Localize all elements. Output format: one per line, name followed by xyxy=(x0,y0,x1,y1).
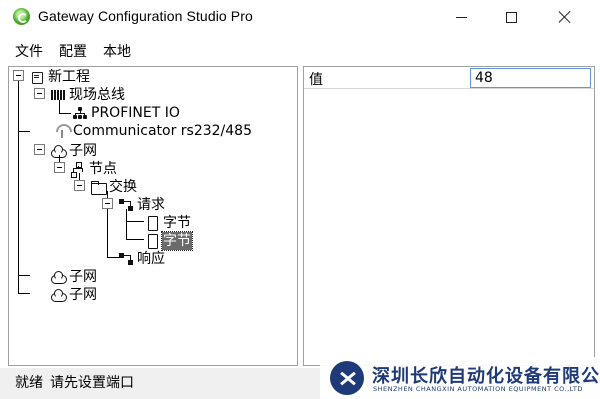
value-input[interactable] xyxy=(470,68,591,88)
tree-item-label: 交换 xyxy=(109,179,137,195)
menu-config[interactable]: 配置 xyxy=(59,41,87,61)
tree-item-byte[interactable]: 字节 xyxy=(144,214,192,232)
tree-item-project[interactable]: 新工程 xyxy=(29,68,91,86)
tree-item-label: 子网 xyxy=(69,143,97,159)
title-bar[interactable]: Gateway Configuration Studio Pro xyxy=(0,0,600,34)
cloud-icon xyxy=(50,287,67,303)
tree-line xyxy=(126,221,144,222)
tree-line xyxy=(59,113,71,114)
tree-item-label: 请求 xyxy=(137,197,165,213)
tree-item-communicator[interactable]: Communicator rs232/485 xyxy=(54,122,253,140)
fieldbus-icon xyxy=(50,87,66,103)
app-logo-icon xyxy=(13,8,30,25)
tree-item-subnet[interactable]: 子网 xyxy=(50,268,98,286)
menu-bar: 文件 配置 本地 xyxy=(0,38,600,62)
property-grid: 值 xyxy=(303,66,595,366)
collapse-subnet-toggle[interactable] xyxy=(34,144,45,155)
collapse-request-toggle[interactable] xyxy=(102,198,113,209)
tree-line xyxy=(126,239,144,240)
close-icon xyxy=(558,10,572,24)
cloud-icon xyxy=(50,143,67,159)
company-logo-icon xyxy=(330,361,364,395)
tree-line xyxy=(18,293,30,294)
tree-item-profinet[interactable]: PROFINET IO xyxy=(72,104,181,122)
tree-item-label: 子网 xyxy=(69,287,97,303)
collapse-exchange-toggle[interactable] xyxy=(74,180,85,191)
minimize-icon xyxy=(455,16,467,18)
project-tree[interactable]: 新工程 现场总线 PROFINET IO Communicator rs232/… xyxy=(8,66,298,366)
tree-item-label: 节点 xyxy=(89,161,117,177)
tree-line xyxy=(18,81,19,293)
company-watermark: 深圳长欣自动化设备有限公司 SHENZHEN CHANGXIN AUTOMATI… xyxy=(320,357,600,399)
tree-item-label: 字节 xyxy=(161,231,193,251)
property-row: 值 xyxy=(304,67,594,89)
status-message: 请先设置端口 xyxy=(50,375,134,391)
antenna-icon xyxy=(54,123,70,139)
status-ready: 就绪 xyxy=(15,375,43,391)
tree-item-label: Communicator rs232/485 xyxy=(73,123,252,139)
project-icon xyxy=(29,69,45,85)
window-title: Gateway Configuration Studio Pro xyxy=(38,8,253,24)
collapse-project-toggle[interactable] xyxy=(13,70,24,81)
tree-item-subnet[interactable]: 子网 xyxy=(50,286,98,304)
menu-file[interactable]: 文件 xyxy=(15,41,43,61)
folder-icon xyxy=(90,179,107,195)
tree-item-label: 现场总线 xyxy=(69,87,125,103)
tree-item-response[interactable]: 响应 xyxy=(118,250,166,268)
exchange-icon xyxy=(118,251,134,267)
node-hierarchy-icon xyxy=(70,161,86,178)
tree-item-exchange[interactable]: 交换 xyxy=(90,178,138,196)
tree-item-label: 新工程 xyxy=(48,69,90,85)
tree-item-byte-selected[interactable]: 字节 xyxy=(144,231,193,251)
tree-item-label: PROFINET IO xyxy=(91,105,180,121)
tree-item-node[interactable]: 节点 xyxy=(70,160,118,178)
cloud-icon xyxy=(50,269,67,285)
tree-item-request[interactable]: 请求 xyxy=(118,196,166,214)
close-button[interactable] xyxy=(542,0,588,34)
tree-item-subnet[interactable]: 子网 xyxy=(50,142,98,160)
byte-icon xyxy=(144,215,160,231)
tree-item-label: 子网 xyxy=(69,269,97,285)
tree-line xyxy=(107,249,108,258)
minimize-button[interactable] xyxy=(438,0,484,34)
company-name-en: SHENZHEN CHANGXIN AUTOMATION EQUIPMENT C… xyxy=(373,385,583,393)
menu-local[interactable]: 本地 xyxy=(103,41,131,61)
tree-line xyxy=(18,131,30,132)
maximize-icon xyxy=(505,11,517,23)
tree-item-fieldbus[interactable]: 现场总线 xyxy=(50,86,126,104)
tree-item-label: 字节 xyxy=(163,215,191,231)
network-icon xyxy=(72,105,88,121)
exchange-icon xyxy=(118,197,134,213)
byte-icon xyxy=(144,233,160,249)
collapse-fieldbus-toggle[interactable] xyxy=(34,88,45,99)
collapse-node-toggle[interactable] xyxy=(54,162,65,173)
tree-item-label: 响应 xyxy=(137,251,165,267)
tree-line xyxy=(18,275,30,276)
property-label: 值 xyxy=(309,72,323,88)
maximize-button[interactable] xyxy=(488,0,534,34)
